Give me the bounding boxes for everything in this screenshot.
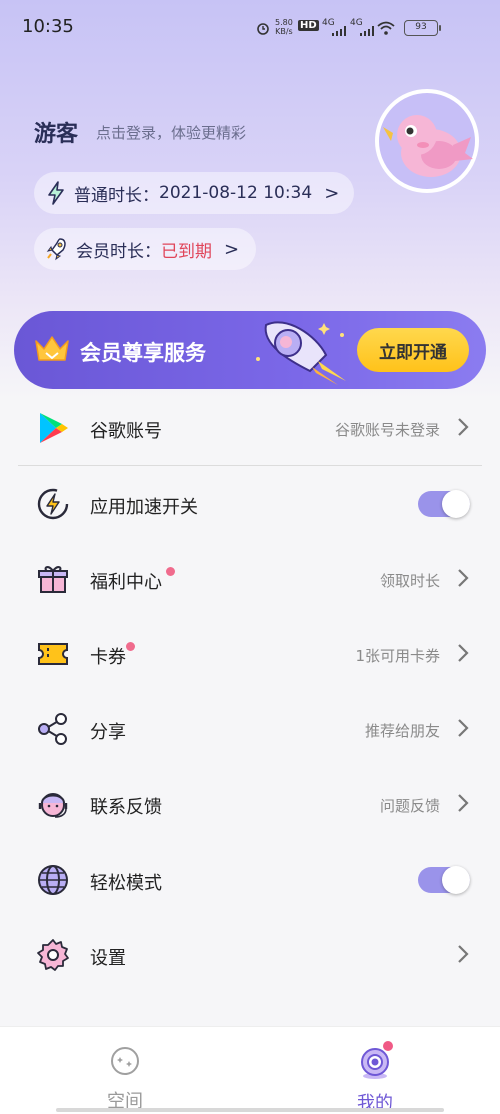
login-hint[interactable]: 点击登录，体验更精彩 [96,122,246,143]
lightning-icon [48,181,64,205]
share-icon [38,713,67,745]
avatar[interactable] [375,89,479,193]
chevron-right-icon [458,418,469,436]
chevron-right-icon: > [224,238,240,260]
toggle-knob [442,490,470,518]
list-item-easy-mode[interactable]: 轻松模式 [0,843,500,918]
username[interactable]: 游客 [34,116,78,148]
notification-dot [383,1041,393,1051]
row-label: 应用加速开关 [90,497,198,518]
row-value: 1张可用卡券 [355,647,440,665]
normal-duration-pill[interactable]: 普通时长： 2021-08-12 10:34 > [34,172,354,214]
net-speed-unit: KB/s [275,27,293,36]
row-label: 联系反馈 [90,797,162,818]
bird-avatar-icon [383,115,473,177]
list-item-welfare-center[interactable]: 福利中心 领取时长 [0,542,500,617]
list-item-coupons[interactable]: 卡券 1张可用卡券 [0,617,500,692]
row-label: 卡券 [90,647,126,668]
normal-duration-label: 普通时长： [74,185,159,206]
rocket-illustration-icon [256,321,346,385]
status-time: 10:35 [22,16,74,37]
vip-open-button[interactable]: 立即开通 [357,328,469,372]
google-play-icon [40,413,68,443]
list-item-app-acceleration[interactable]: 应用加速开关 [0,467,500,542]
row-label: 分享 [90,722,126,743]
net-speed: 5.80 KB/s [275,18,293,36]
signal-bars-icon [332,26,346,36]
row-label: 谷歌账号 [90,421,162,442]
tab-space[interactable]: 空间 [75,1045,175,1113]
row-value: 领取时长 [379,572,440,590]
wifi-icon [377,21,395,35]
ticket-icon [38,643,68,665]
divider [18,465,482,466]
chevron-right-icon [458,945,469,963]
easy-mode-toggle[interactable] [418,866,470,894]
toggle-knob [442,866,470,894]
rocket-small-icon [46,238,66,261]
vip-duration-pill[interactable]: 会员时长： 已到期 > [34,228,256,270]
planet-icon [111,1047,139,1075]
tab-mine[interactable]: 我的 [325,1041,425,1114]
row-value: 问题反馈 [379,797,440,815]
chevron-right-icon [458,569,469,587]
net-speed-value: 5.80 [275,18,293,27]
list-item-share[interactable]: 分享 推荐给朋友 [0,692,500,767]
signal-bars-icon-2 [360,26,374,36]
row-value: 谷歌账号未登录 [334,421,440,439]
support-agent-icon [38,793,68,818]
row-label: 设置 [90,948,126,969]
speed-bolt-icon [37,488,69,520]
vip-duration-label: 会员时长： [76,241,161,262]
globe-icon [38,865,68,895]
normal-duration-value: 2021-08-12 10:34 [159,183,313,203]
row-label: 轻松模式 [90,873,162,894]
chevron-right-icon [458,644,469,662]
chevron-right-icon: > [324,182,340,204]
list-item-settings[interactable]: 设置 [0,918,500,993]
vip-duration-value: 已到期 [161,241,212,262]
acceleration-toggle[interactable] [418,490,470,518]
notification-dot [126,642,135,651]
list-item-google-account[interactable]: 谷歌账号 谷歌账号未登录 [0,391,500,466]
alarm-icon [257,23,269,35]
vip-banner-title: 会员尊享服务 [80,341,206,365]
home-indicator [56,1108,444,1112]
chevron-right-icon [458,719,469,737]
crown-icon [35,336,69,361]
gear-icon [37,939,69,971]
bottom-nav: 空间 我的 [0,1026,500,1114]
vip-banner[interactable]: 会员尊享服务 立即开通 [14,311,486,389]
gift-icon [38,566,68,593]
list-item-feedback[interactable]: 联系反馈 问题反馈 [0,767,500,842]
row-value: 推荐给朋友 [364,722,440,740]
chevron-right-icon [458,794,469,812]
hd-badge: HD [298,20,319,31]
notification-dot [166,567,175,576]
row-label: 福利中心 [90,572,162,593]
status-bar: 10:35 5.80 KB/s HD 4G 4G 93 [0,0,500,56]
battery-indicator: 93 [404,20,441,36]
